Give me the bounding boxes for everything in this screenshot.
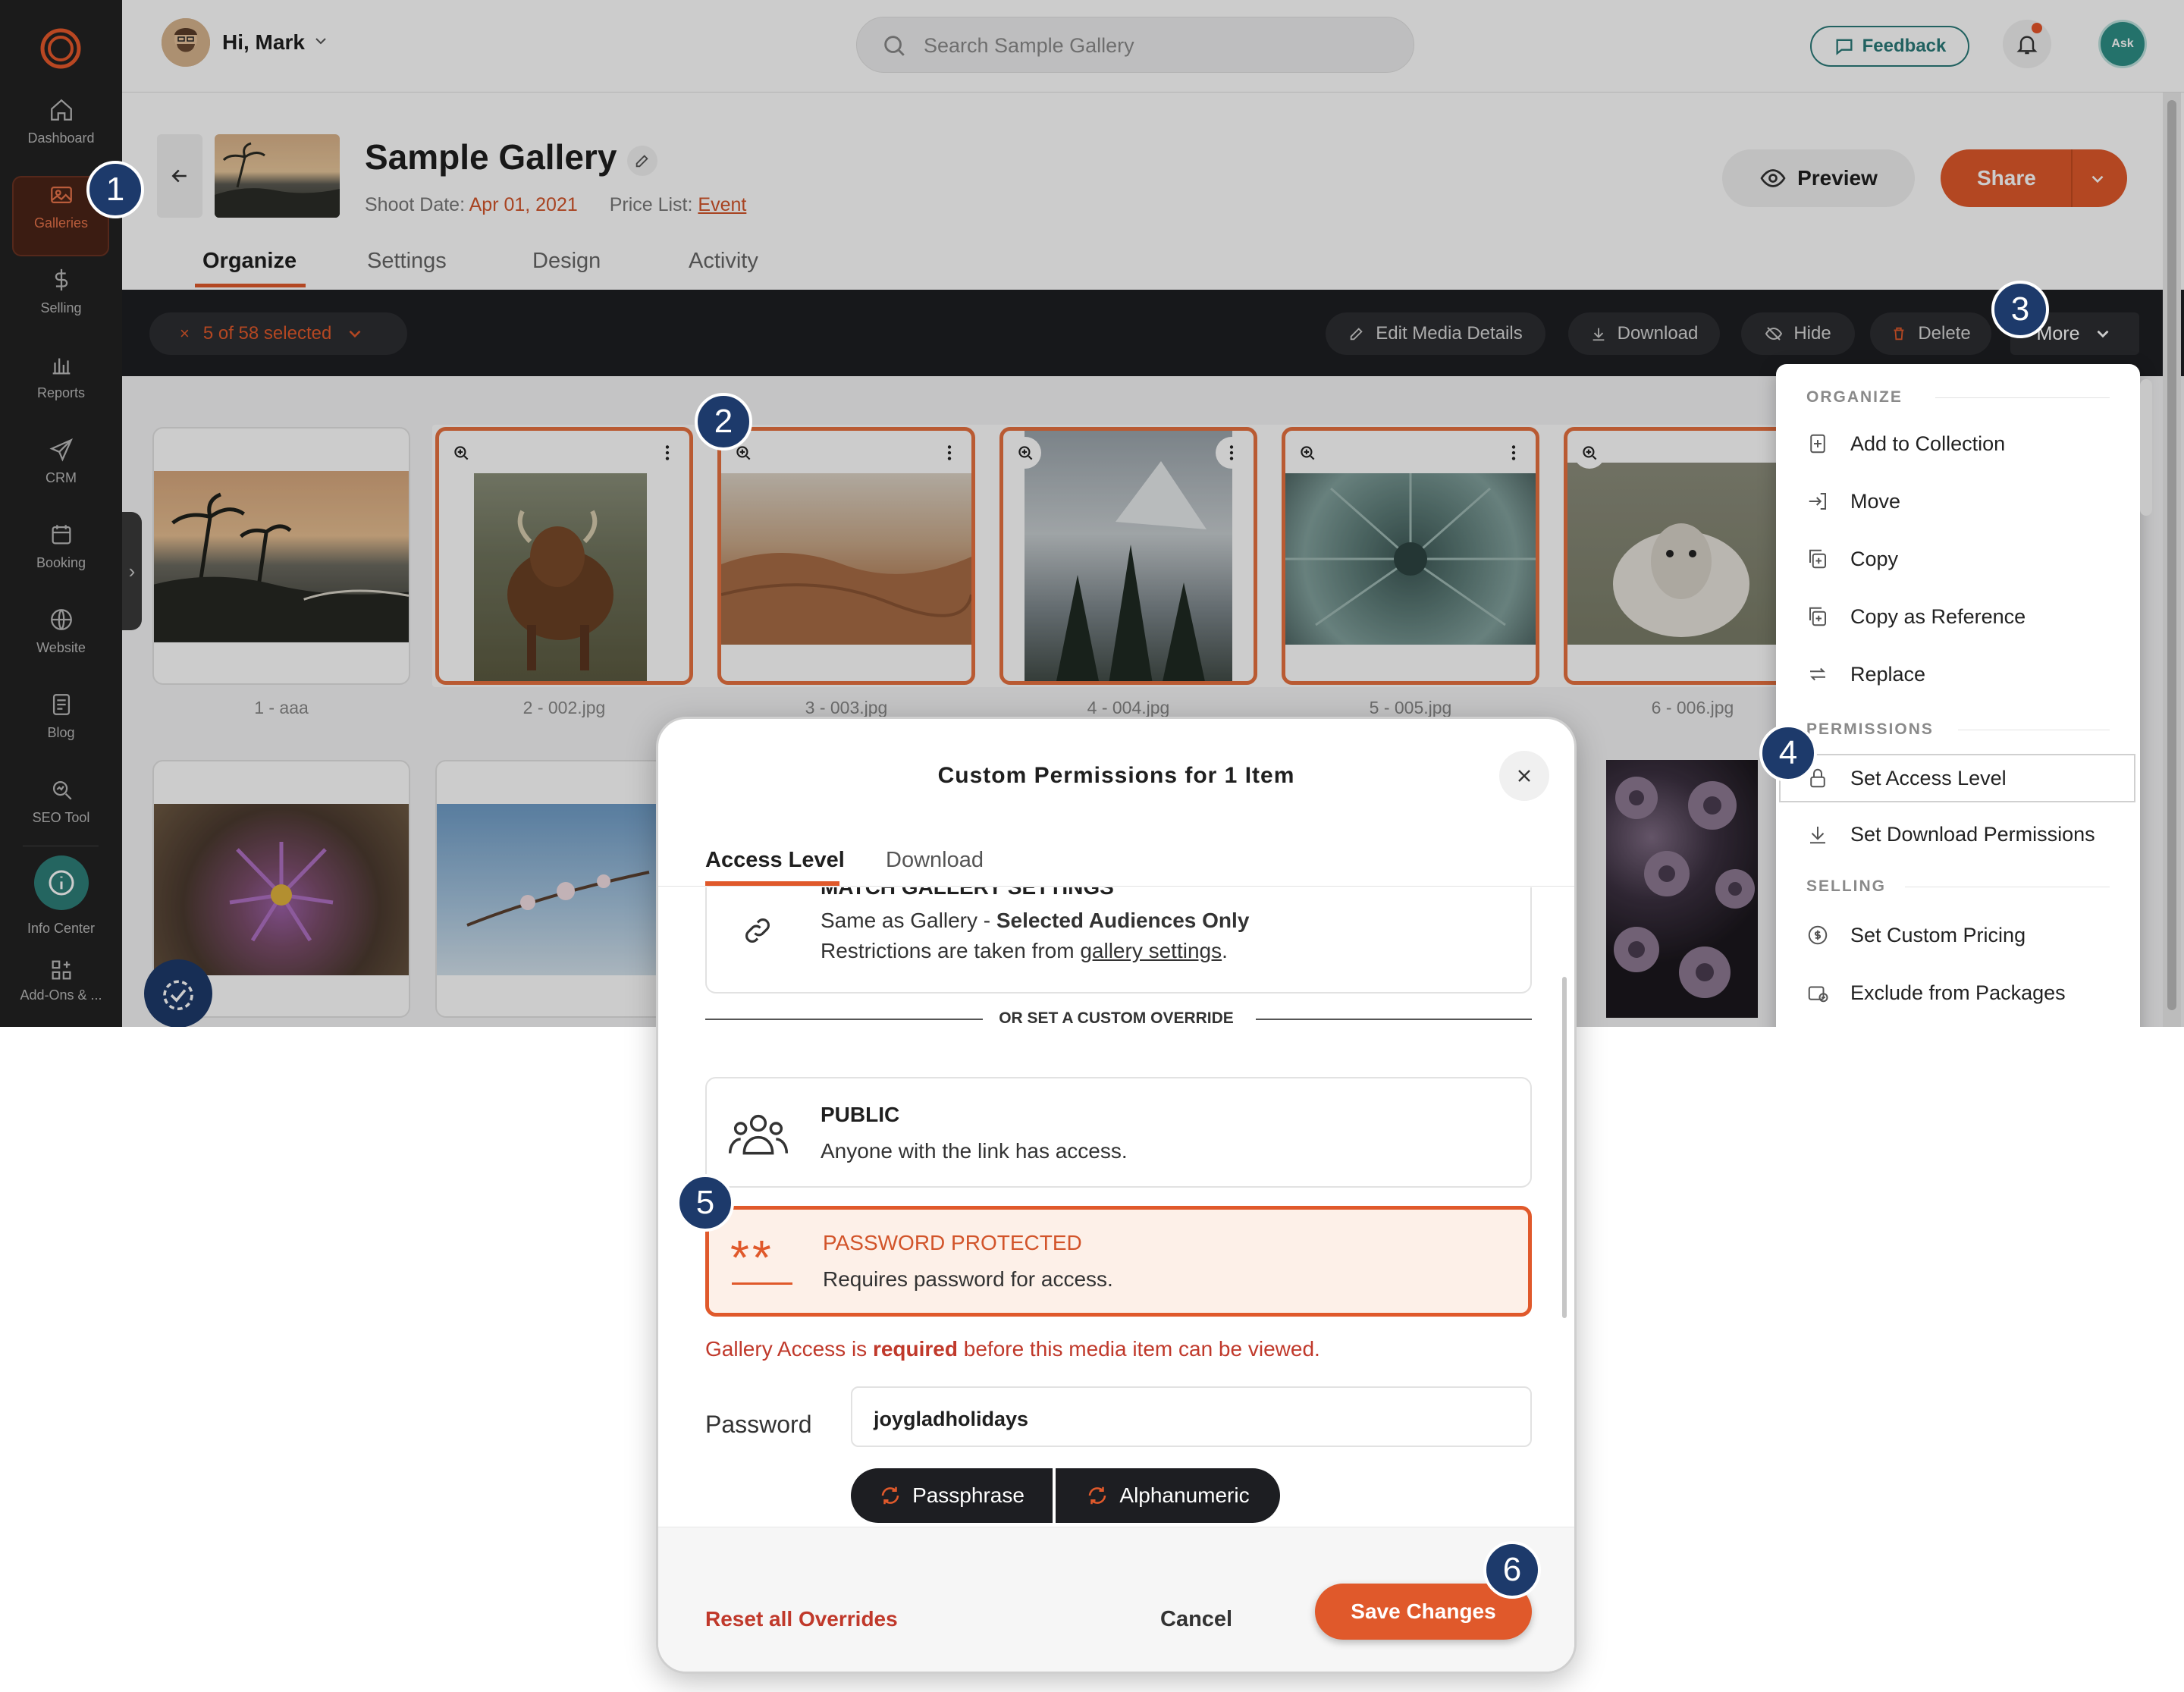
- cancel-button[interactable]: Cancel: [1160, 1607, 1232, 1632]
- menu-item-copy-as-reference[interactable]: Copy as Reference: [1776, 594, 2140, 639]
- tab-divider: [658, 886, 1574, 887]
- menu-divider: [1935, 397, 2110, 398]
- refresh-icon: [1089, 1486, 1106, 1505]
- copy-reference-icon: [1809, 607, 1826, 626]
- step-badge-4: 4: [1759, 724, 1817, 782]
- warning-bold: required: [872, 1337, 958, 1361]
- menu-item-label: Set Download Permissions: [1850, 822, 2095, 846]
- divider-line: [1256, 1019, 1532, 1020]
- menu-item-set-access-level[interactable]: Set Access Level: [1781, 755, 2134, 801]
- menu-item-move[interactable]: Move: [1776, 479, 2140, 524]
- gallery-settings-link[interactable]: gallery settings: [1080, 939, 1222, 962]
- menu-item-label: Copy: [1850, 547, 1899, 570]
- modal-scrollbar[interactable]: [1562, 977, 1567, 1318]
- match-line2-suffix: .: [1222, 939, 1228, 962]
- password-asterisk-icon: **: [730, 1230, 774, 1285]
- menu-section-organize: ORGANIZE: [1806, 388, 1903, 406]
- package-exclude-icon: [1808, 986, 1828, 1003]
- menu-item-set-download-permissions[interactable]: Set Download Permissions: [1776, 811, 2140, 857]
- price-tag-icon: [1808, 925, 1828, 945]
- modal-scroll-area: MATCH GALLERY SETTINGS Same as Gallery -…: [658, 887, 1574, 1524]
- menu-item-label: Set Custom Pricing: [1850, 923, 2026, 946]
- menu-item-label: Copy as Reference: [1850, 604, 2026, 628]
- close-icon: [1518, 770, 1530, 782]
- menu-item-set-custom-pricing[interactable]: Set Custom Pricing: [1776, 912, 2140, 958]
- menu-item-label: Exclude from Packages: [1850, 981, 2066, 1004]
- option-password-protected[interactable]: ** PASSWORD PROTECTED Requires password …: [705, 1206, 1532, 1317]
- replace-icon: [1810, 667, 1825, 681]
- step-badge-2: 2: [695, 393, 752, 450]
- option-heading: PUBLIC: [821, 1103, 900, 1126]
- move-icon: [1809, 493, 1826, 510]
- match-line2-prefix: Restrictions are taken from: [821, 939, 1081, 962]
- option-description: Restrictions are taken from gallery sett…: [821, 939, 1228, 963]
- passphrase-button[interactable]: Passphrase: [851, 1468, 1053, 1523]
- menu-item-label: Set Access Level: [1850, 766, 2007, 789]
- warning-prefix: Gallery Access is: [705, 1337, 873, 1361]
- people-icon: [728, 1114, 789, 1155]
- password-underline-icon: [732, 1282, 792, 1285]
- step-badge-1: 1: [86, 161, 144, 218]
- alphanumeric-label: Alphanumeric: [1119, 1483, 1250, 1507]
- menu-item-copy[interactable]: Copy: [1776, 536, 2140, 582]
- link-icon: [745, 918, 770, 943]
- match-line1-bold: Selected Audiences Only: [996, 909, 1250, 932]
- menu-section-selling: SELLING: [1806, 877, 1887, 895]
- option-public[interactable]: PUBLIC Anyone with the link has access.: [705, 1077, 1532, 1188]
- password-label: Password: [705, 1411, 812, 1438]
- menu-item-add-to-collection[interactable]: Add to Collection: [1776, 421, 2140, 466]
- option-heading: MATCH GALLERY SETTINGS: [821, 887, 1114, 899]
- passphrase-label: Passphrase: [912, 1483, 1025, 1507]
- more-dropdown-menu: ORGANIZE Add to Collection Move Copy Cop…: [1776, 364, 2140, 1027]
- option-description: Anyone with the link has access.: [821, 1139, 1128, 1163]
- modal-title: Custom Permissions for 1 Item: [937, 763, 1295, 788]
- modal-footer: Reset all Overrides Cancel Save Changes: [658, 1527, 1574, 1672]
- option-match-gallery-settings[interactable]: MATCH GALLERY SETTINGS Same as Gallery -…: [705, 887, 1532, 994]
- password-input[interactable]: joygladholidays: [851, 1386, 1532, 1447]
- option-heading: PASSWORD PROTECTED: [823, 1231, 1082, 1254]
- step-badge-3: 3: [1991, 281, 2049, 338]
- option-description: Requires password for access.: [823, 1267, 1113, 1291]
- reset-overrides-button[interactable]: Reset all Overrides: [705, 1607, 898, 1631]
- match-line1-prefix: Same as Gallery -: [821, 909, 996, 932]
- download-icon: [1810, 827, 1825, 844]
- alphanumeric-button[interactable]: Alphanumeric: [1056, 1468, 1280, 1523]
- add-collection-icon: [1810, 434, 1825, 454]
- access-warning: Gallery Access is required before this m…: [705, 1337, 1320, 1361]
- menu-item-replace[interactable]: Replace: [1776, 651, 2140, 697]
- menu-item-label: Add to Collection: [1850, 432, 2006, 455]
- tab-access-level[interactable]: Access Level: [705, 848, 845, 873]
- copy-icon: [1809, 549, 1826, 569]
- option-description: Same as Gallery - Selected Audiences Onl…: [821, 909, 1249, 933]
- close-button[interactable]: [1499, 751, 1549, 801]
- refresh-icon: [881, 1486, 899, 1505]
- step-badge-6: 6: [1483, 1541, 1541, 1599]
- warning-suffix: before this media item can be viewed.: [957, 1337, 1320, 1361]
- custom-permissions-modal: Custom Permissions for 1 Item Access Lev…: [656, 717, 1577, 1674]
- menu-item-label: Move: [1850, 489, 1901, 513]
- step-badge-5: 5: [676, 1174, 734, 1232]
- menu-section-permissions: PERMISSIONS: [1806, 720, 1934, 738]
- menu-item-exclude-from-packages[interactable]: Exclude from Packages: [1776, 970, 2140, 1016]
- tab-download[interactable]: Download: [886, 848, 984, 873]
- menu-item-label: Replace: [1850, 662, 1926, 686]
- menu-scrollbar[interactable]: [2140, 379, 2152, 516]
